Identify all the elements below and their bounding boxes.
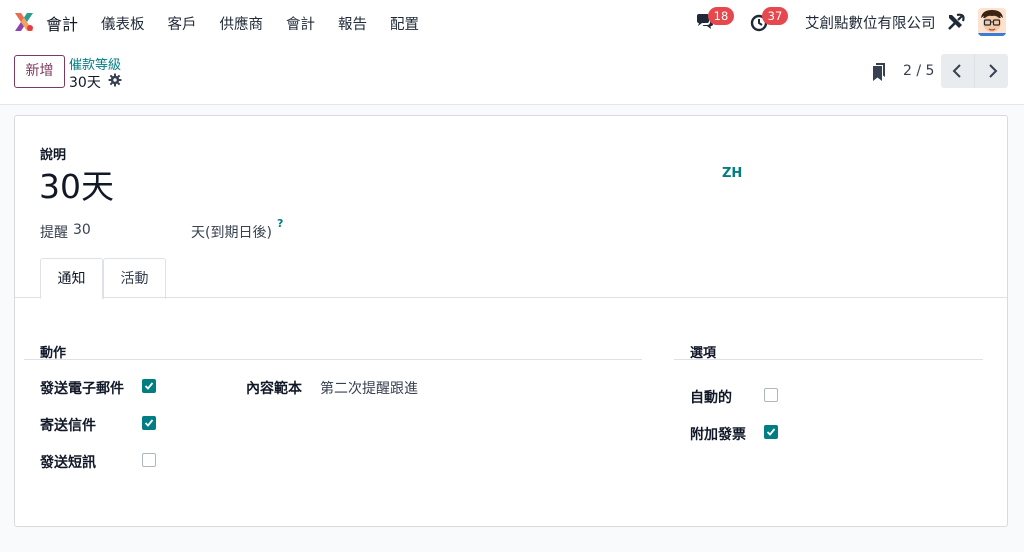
notebook-tabs: 通知 活動 (15, 258, 1007, 299)
attach-invoice-label: 附加發票 (690, 427, 746, 443)
description-input[interactable]: 30天 (39, 160, 114, 208)
checkmark-icon (144, 382, 154, 390)
app-name[interactable]: 會計 (46, 11, 78, 35)
tab-notification[interactable]: 通知 (40, 258, 103, 299)
user-avatar[interactable] (978, 8, 1006, 36)
gear-icon[interactable] (108, 73, 122, 87)
chevron-left-icon (952, 64, 961, 78)
chevron-right-icon (988, 64, 997, 78)
company-switcher[interactable]: 艾創點數位有限公司 (805, 12, 936, 33)
form-sheet: 說明 30天 ZH 提醒 30 天(到期日後) ? 通知 活動 動作 發送電子郵… (14, 115, 1008, 527)
menu-item-vendors[interactable]: 供應商 (220, 13, 264, 34)
menu-item-customers[interactable]: 客戶 (168, 13, 197, 34)
checkmark-icon (766, 428, 776, 436)
activities-button[interactable]: 37 (749, 7, 788, 33)
options-group-divider (674, 359, 983, 360)
send-sms-checkbox[interactable] (142, 453, 156, 467)
pager-value[interactable]: 2 / 5 (903, 63, 934, 79)
pager-next-button[interactable] (974, 54, 1008, 88)
help-tooltip-icon[interactable]: ? (277, 217, 283, 230)
menu-item-dashboard[interactable]: 儀表板 (101, 13, 145, 34)
menu-item-configuration[interactable]: 配置 (390, 13, 419, 34)
user-avatar-image (978, 8, 1006, 36)
control-panel: 新增 催款等級 30天 2 / 5 (0, 44, 1024, 105)
breadcrumb-parent-link[interactable]: 催款等級 (69, 54, 121, 73)
breadcrumb-current-record: 30天 (69, 75, 101, 91)
accounting-app-icon[interactable] (12, 10, 36, 34)
pager-previous-button[interactable] (941, 54, 975, 88)
send-letter-checkbox[interactable] (142, 416, 156, 430)
debug-tools-icon[interactable] (946, 12, 966, 32)
language-button[interactable]: ZH (722, 166, 742, 181)
auto-label: 自動的 (690, 390, 732, 406)
messages-button[interactable]: 18 (695, 7, 734, 33)
messages-count-badge: 18 (708, 7, 734, 25)
actions-group-divider (24, 359, 642, 360)
bookmark-icon[interactable] (872, 62, 886, 82)
send-email-checkbox[interactable] (142, 379, 156, 393)
menu-item-reporting[interactable]: 報告 (338, 13, 367, 34)
reminder-days-suffix: 天(到期日後) (191, 225, 272, 241)
send-email-label: 發送電子郵件 (40, 381, 124, 397)
top-navbar: 會計 儀表板 客戶 供應商 會計 報告 配置 18 37 艾創點數位有限公司 (0, 0, 1024, 44)
reminder-label: 提醒 (40, 225, 68, 241)
menu-item-accounting[interactable]: 會計 (286, 13, 315, 34)
new-button[interactable]: 新增 (14, 55, 65, 88)
template-label: 內容範本 (246, 381, 302, 397)
send-letter-label: 寄送信件 (40, 418, 96, 434)
reminder-days-input[interactable]: 30 (73, 222, 91, 238)
attach-invoice-checkbox[interactable] (764, 425, 778, 439)
template-field[interactable]: 第二次提醒跟進 (320, 378, 418, 398)
tab-activity[interactable]: 活動 (103, 258, 166, 299)
activities-count-badge: 37 (762, 7, 788, 25)
send-sms-label: 發送短訊 (40, 455, 96, 471)
checkmark-icon (144, 419, 154, 427)
auto-checkbox[interactable] (764, 388, 778, 402)
main-menu: 儀表板 客戶 供應商 會計 報告 配置 (101, 13, 442, 34)
